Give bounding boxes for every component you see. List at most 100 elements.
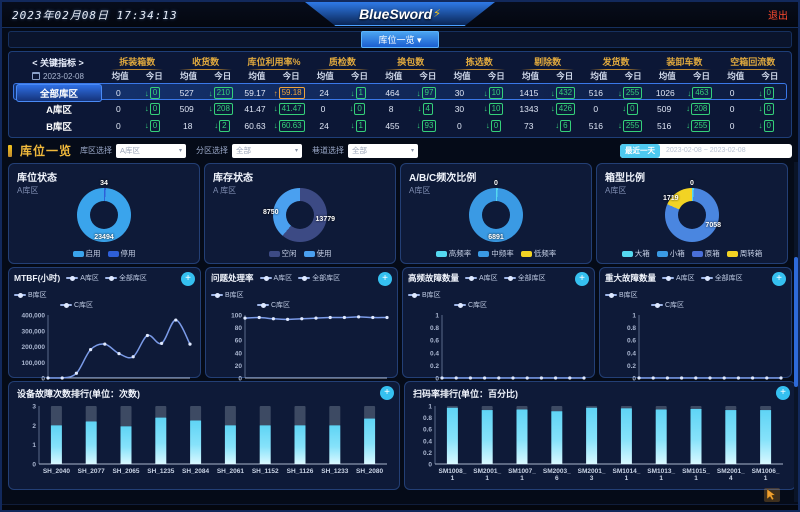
down-arrow-icon: ↓ bbox=[418, 104, 422, 113]
legend-item[interactable]: 全部库区 bbox=[504, 273, 546, 283]
kpi-today-value: ↓60.63 bbox=[274, 120, 305, 132]
svg-text:2: 2 bbox=[32, 423, 36, 430]
kpi-today-value: ↓210 bbox=[209, 87, 233, 99]
legend-item[interactable]: A库区 bbox=[66, 273, 99, 283]
legend-item[interactable]: 全部库区 bbox=[701, 273, 743, 283]
down-arrow-icon: ↓ bbox=[759, 121, 763, 130]
legend-item[interactable]: 空闲 bbox=[269, 248, 297, 259]
scrollbar-thumb[interactable] bbox=[794, 257, 798, 387]
legend-item[interactable]: 全部库区 bbox=[298, 273, 340, 283]
expand-button[interactable]: + bbox=[181, 272, 195, 286]
legend-swatch bbox=[692, 251, 703, 257]
kpi-subheader-row: 2023-02-08均值今日均值今日均值今日均值今日均值今日均值今日均值今日均值… bbox=[13, 69, 787, 83]
legend-item[interactable]: A库区 bbox=[465, 273, 498, 283]
kpi-today-value: ↓255 bbox=[686, 120, 710, 132]
legend-item[interactable]: A库区 bbox=[260, 273, 293, 283]
kpi-row-全部库区[interactable]: 全部库区0↓0527↓21059.17↑59.1824↓1464↓9730↓10… bbox=[13, 83, 787, 100]
kpi-cell: 0↓0 bbox=[104, 120, 172, 132]
legend-item[interactable]: 周转箱 bbox=[727, 248, 763, 259]
down-arrow-icon: ↓ bbox=[145, 89, 149, 98]
legend-item[interactable]: B库区 bbox=[211, 290, 244, 300]
scrollbar[interactable] bbox=[794, 162, 798, 502]
range-active-chip[interactable]: 最近一天 bbox=[620, 144, 660, 158]
svg-text:3: 3 bbox=[32, 404, 36, 411]
kpi-avg-value: 516 bbox=[657, 121, 671, 131]
kpi-subcols: 均值今日 bbox=[445, 70, 513, 82]
kpi-cell: 0↓0 bbox=[581, 103, 649, 115]
expand-button[interactable]: + bbox=[772, 272, 786, 286]
legend-item[interactable]: 全部库区 bbox=[105, 273, 147, 283]
legend-marker-icon bbox=[662, 277, 674, 279]
legend-item[interactable]: 中频率 bbox=[478, 248, 514, 259]
kpi-cell: 464↓97 bbox=[377, 87, 445, 99]
kpi-avg-value: 509 bbox=[180, 104, 194, 114]
range-text: 2023-02-08 ~ 2023-02-08 bbox=[660, 147, 752, 154]
legend-marker-icon bbox=[651, 304, 663, 306]
legend-item[interactable]: 低频率 bbox=[521, 248, 557, 259]
kpi-avg-value: 0 bbox=[457, 121, 462, 131]
lightning-icon: ⚡ bbox=[433, 7, 441, 20]
legend-item[interactable]: 小箱 bbox=[657, 248, 685, 259]
filter-巷道选择: 巷道选择全部▾ bbox=[312, 144, 418, 158]
chart-title: 高频故障数量 bbox=[408, 272, 459, 284]
kpi-avg-value: 1415 bbox=[519, 88, 538, 98]
svg-text:400,000: 400,000 bbox=[22, 313, 46, 320]
up-arrow-icon: ↑ bbox=[274, 89, 278, 98]
svg-text:SH_1233: SH_1233 bbox=[321, 468, 348, 475]
kpi-today-value: ↓1 bbox=[351, 87, 366, 99]
legend-item[interactable]: 启用 bbox=[73, 248, 101, 259]
legend-item[interactable]: 原箱 bbox=[692, 248, 720, 259]
kpi-cell: 509↓208 bbox=[172, 103, 240, 115]
legend-item[interactable]: 高频率 bbox=[436, 248, 472, 259]
kpi-row-A库区[interactable]: A库区0↓0509↓20841.47↓41.470↓08↓430↓101343↓… bbox=[13, 100, 787, 117]
legend-item[interactable]: B库区 bbox=[408, 290, 441, 300]
donut-value-label: 6891 bbox=[488, 234, 504, 241]
logout-button[interactable]: 退出 bbox=[768, 7, 788, 22]
kpi-today-value: ↓0 bbox=[145, 103, 160, 115]
kpi-today-value: ↓0 bbox=[145, 120, 160, 132]
legend-item[interactable]: 大箱 bbox=[622, 248, 650, 259]
legend-marker-icon bbox=[14, 294, 26, 296]
expand-button[interactable]: + bbox=[378, 272, 392, 286]
svg-text:80: 80 bbox=[235, 325, 243, 332]
legend-item[interactable]: C库区 bbox=[60, 300, 93, 310]
line-chart-svg: 1008060402002023-01-012023-01-042023-01-… bbox=[211, 310, 392, 390]
svg-text:100: 100 bbox=[231, 313, 242, 320]
down-arrow-icon: ↓ bbox=[759, 89, 763, 98]
date-range-picker[interactable]: 最近一天 2023-02-08 ~ 2023-02-08 bbox=[620, 144, 792, 158]
logo: BlueSword BlueSword ⚡ bbox=[285, 2, 515, 28]
expand-button[interactable]: + bbox=[575, 272, 589, 286]
gold-underline bbox=[521, 69, 573, 70]
kpi-cell: 516↓255 bbox=[581, 87, 649, 99]
donut-value-label: 1719 bbox=[663, 195, 679, 202]
legend-item[interactable]: A库区 bbox=[662, 273, 695, 283]
legend-item[interactable]: C库区 bbox=[454, 300, 487, 310]
legend-marker-icon bbox=[260, 277, 272, 279]
gold-underline bbox=[453, 69, 505, 70]
chevron-down-icon: ▾ bbox=[411, 147, 414, 154]
legend-item[interactable]: 停用 bbox=[108, 248, 136, 259]
kpi-row-B库区[interactable]: B库区0↓018↓260.63↓60.6324↓1455↓930↓073↓651… bbox=[13, 117, 787, 134]
legend-swatch bbox=[478, 251, 489, 257]
down-arrow-icon: ↓ bbox=[484, 104, 488, 113]
legend-item[interactable]: 使用 bbox=[304, 248, 332, 259]
kpi-avg-value: 455 bbox=[385, 121, 399, 131]
legend-item[interactable]: C库区 bbox=[257, 300, 290, 310]
filter-select[interactable]: 全部▾ bbox=[348, 144, 418, 158]
legend-item[interactable]: C库区 bbox=[651, 300, 684, 310]
down-arrow-icon: ↓ bbox=[417, 89, 421, 98]
down-arrow-icon: ↓ bbox=[555, 121, 559, 130]
legend-item[interactable]: B库区 bbox=[605, 290, 638, 300]
filter-select[interactable]: 全部▾ bbox=[232, 144, 302, 158]
legend-marker-icon bbox=[298, 277, 310, 279]
kpi-subcols: 均值今日 bbox=[171, 70, 239, 82]
expand-button[interactable]: + bbox=[776, 386, 790, 400]
expand-button[interactable]: + bbox=[380, 386, 394, 400]
donut-panel: 库位状态A库区3423494启用停用 bbox=[8, 163, 200, 264]
kpi-column-header: 拆装箱数 bbox=[103, 55, 171, 70]
svg-text:SH_2077: SH_2077 bbox=[78, 468, 105, 475]
view-selector-button[interactable]: 库位一览 ▾ bbox=[361, 31, 438, 48]
legend-item[interactable]: B库区 bbox=[14, 290, 47, 300]
filter-select[interactable]: A库区▾ bbox=[116, 144, 186, 158]
svg-text:SM1007_1: SM1007_1 bbox=[508, 468, 536, 482]
